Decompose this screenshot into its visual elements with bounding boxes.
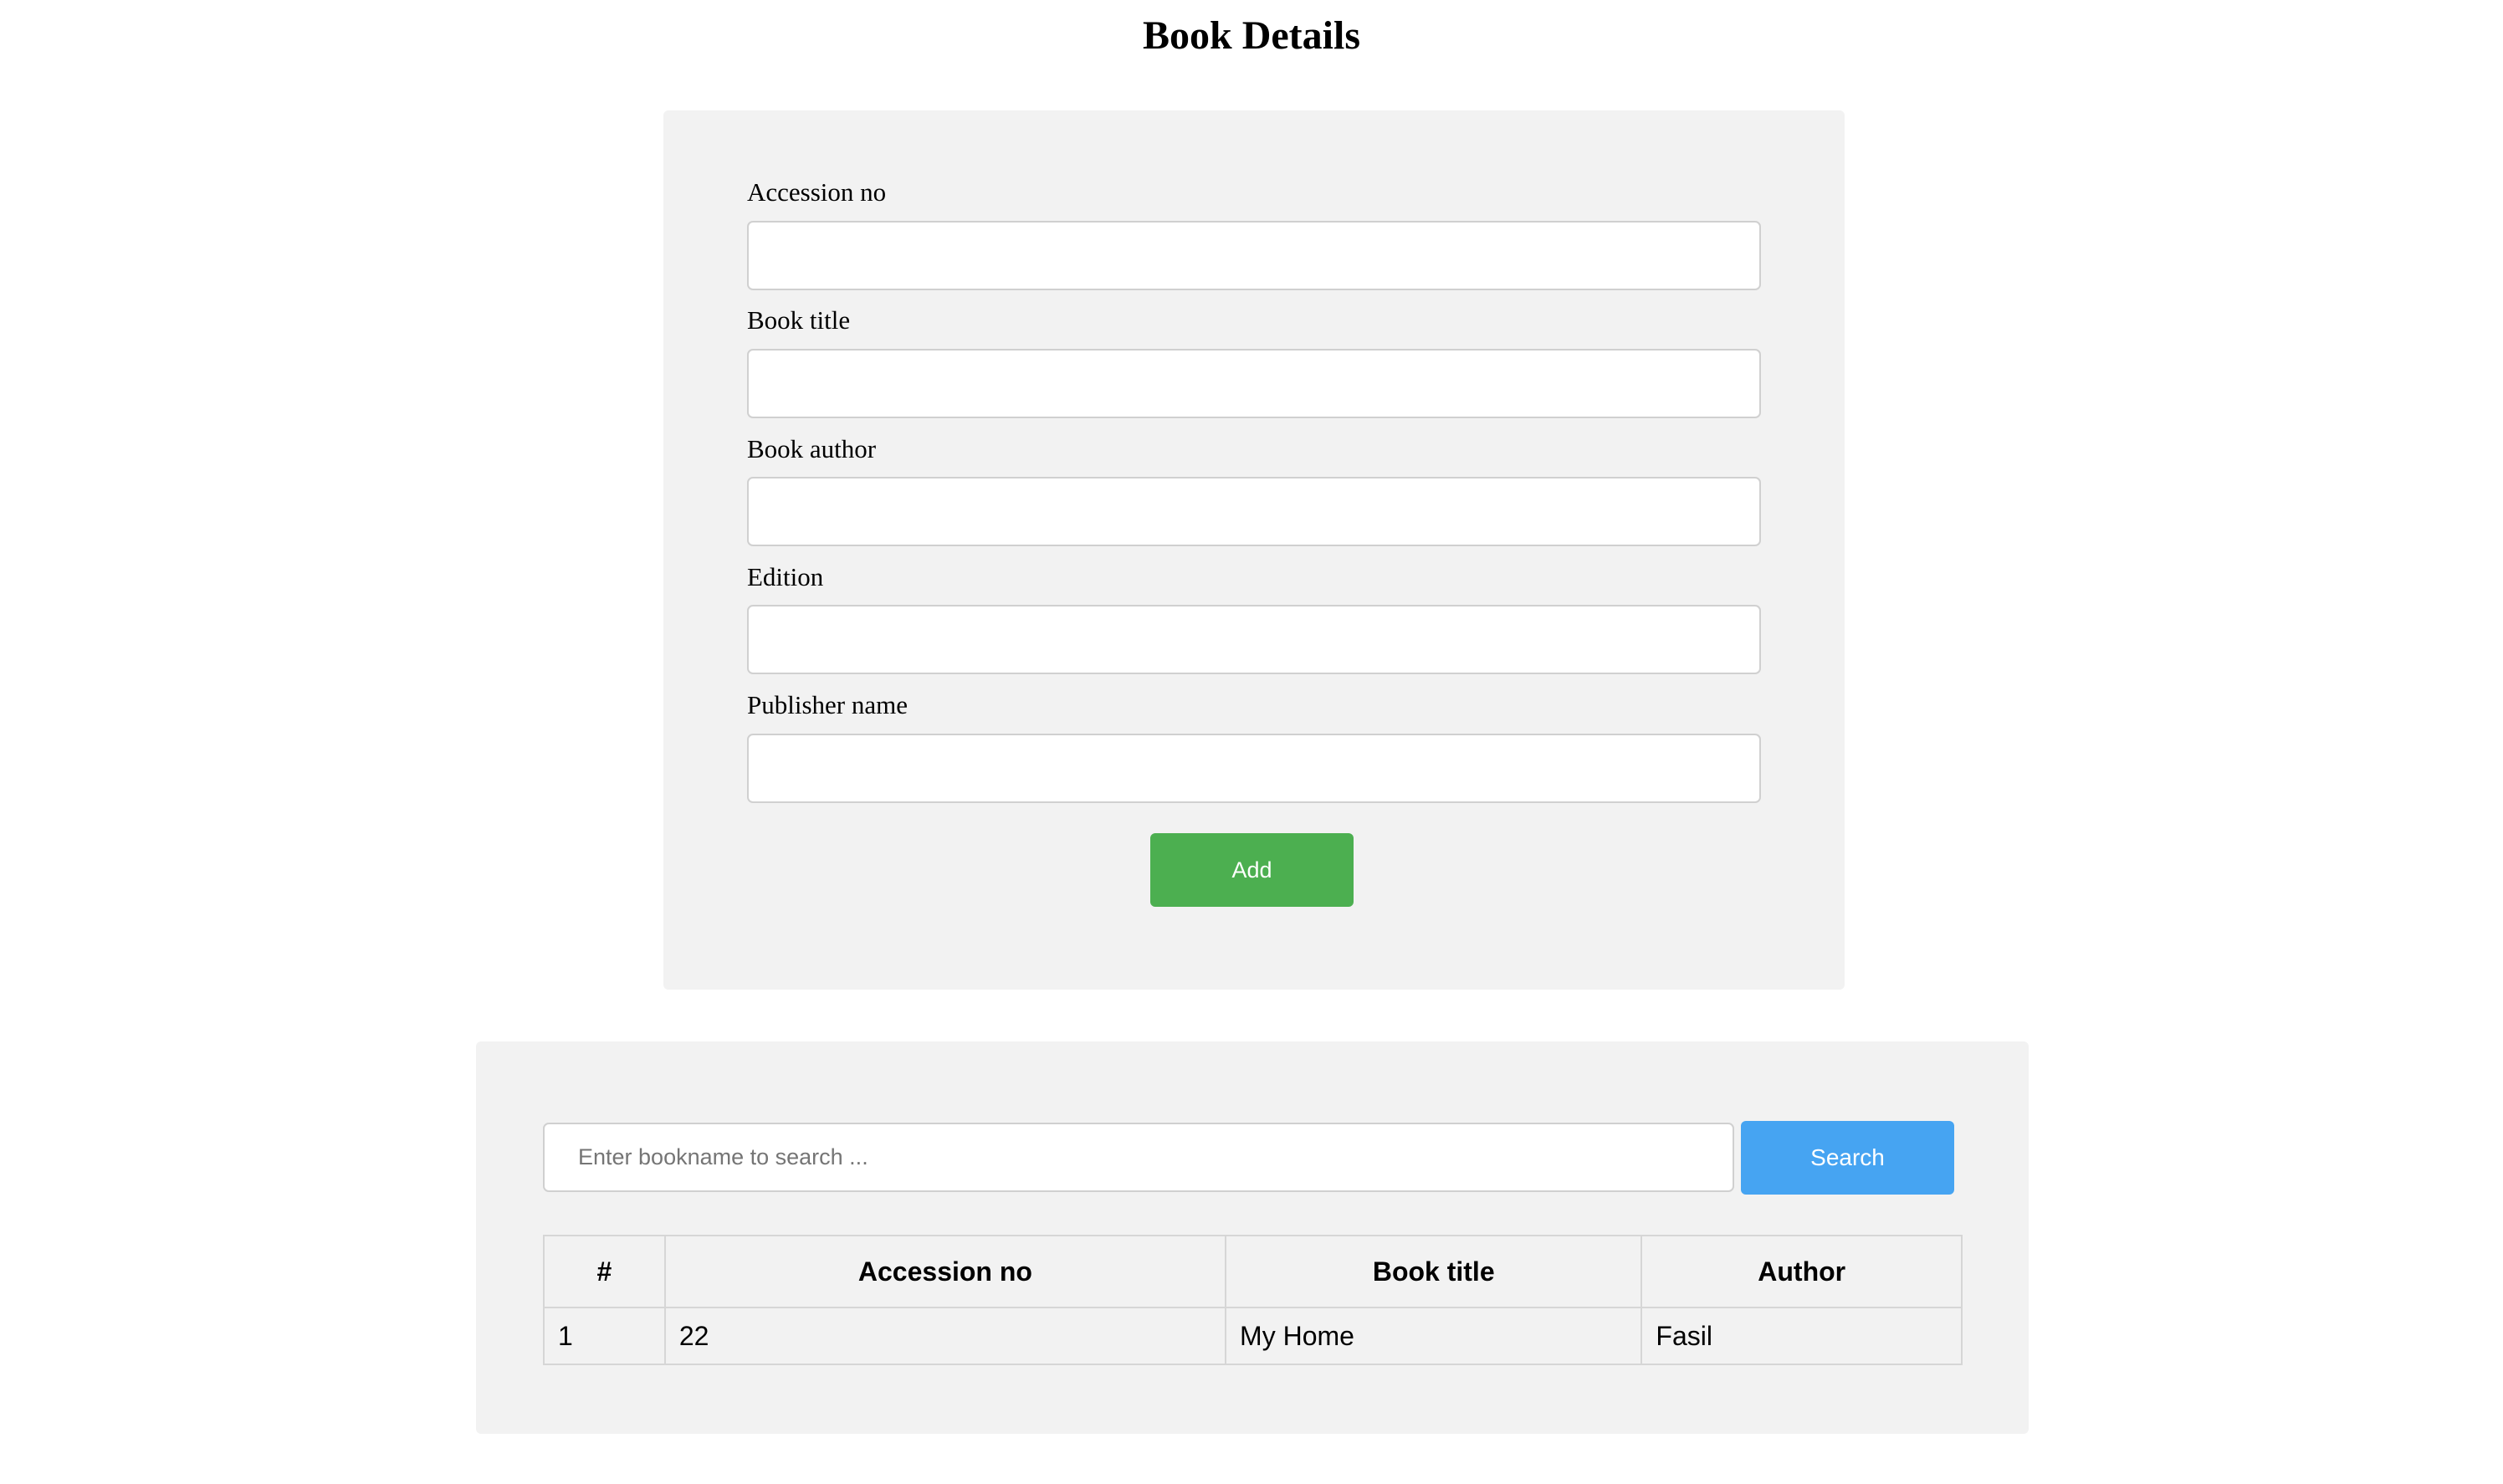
book-author-input[interactable]	[747, 477, 1761, 546]
book-author-label: Book author	[747, 434, 877, 463]
publisher-name-input[interactable]	[747, 734, 1761, 803]
accession-no-label: Accession no	[747, 177, 887, 207]
accession-no-input[interactable]	[747, 221, 1761, 290]
column-header-number: #	[543, 1235, 666, 1308]
book-form: Accession no Book title Book author Edit…	[663, 110, 1845, 990]
column-header-accession-no: Accession no	[663, 1235, 1227, 1308]
column-header-author: Author	[1641, 1235, 1963, 1308]
search-button[interactable]: Search	[1741, 1121, 1954, 1195]
books-table: # Accession no Book title Author 1 22 My…	[543, 1235, 1963, 1365]
book-title-input[interactable]	[747, 349, 1761, 418]
cell-number: 1	[543, 1307, 666, 1365]
edition-input[interactable]	[747, 605, 1761, 674]
edition-label: Edition	[747, 562, 824, 591]
page-title: Book Details	[1142, 13, 1360, 58]
search-panel: Search # Accession no Book title Author …	[476, 1041, 2029, 1434]
cell-accession-no: 22	[663, 1307, 1227, 1365]
add-button[interactable]: Add	[1150, 833, 1354, 907]
column-header-book-title: Book title	[1225, 1235, 1643, 1308]
table-header-row: # Accession no Book title Author	[543, 1235, 1963, 1308]
table-row: 1 22 My Home Fasil	[543, 1307, 1963, 1365]
book-title-label: Book title	[747, 305, 851, 335]
cell-book-title: My Home	[1225, 1307, 1643, 1365]
search-input[interactable]	[543, 1123, 1734, 1192]
cell-author: Fasil	[1641, 1307, 1963, 1365]
publisher-name-label: Publisher name	[747, 690, 908, 719]
